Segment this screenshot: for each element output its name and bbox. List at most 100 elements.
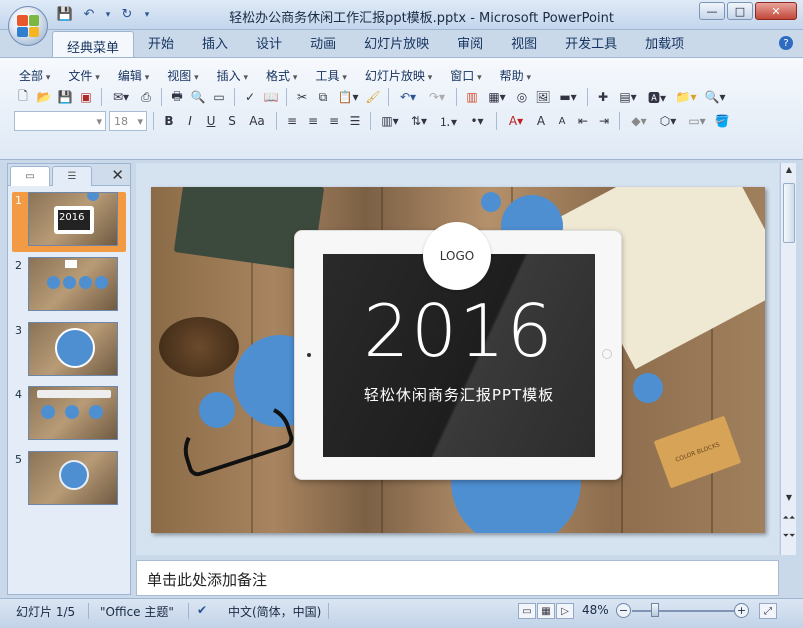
redo-icon[interactable]: ↷▾ bbox=[424, 88, 450, 106]
font-name-combo[interactable]: ▾ bbox=[14, 111, 106, 131]
zoom-in-icon[interactable]: + bbox=[734, 603, 749, 618]
scroll-up-icon[interactable]: ▲ bbox=[781, 165, 797, 174]
change-case-button[interactable]: Aa bbox=[244, 112, 270, 130]
slide-sorter-icon[interactable]: ▦ bbox=[537, 603, 555, 619]
close-button[interactable]: ✕ bbox=[755, 2, 797, 20]
vertical-scrollbar[interactable]: ▲ ▼ ⏶⏶ ⏷⏷ bbox=[780, 163, 796, 555]
menu-edit[interactable]: 编辑 bbox=[109, 64, 158, 86]
shapes-icon[interactable]: ◆▾ bbox=[626, 112, 652, 130]
menu-format[interactable]: 格式 bbox=[257, 64, 306, 86]
menu-view[interactable]: 视图 bbox=[158, 64, 207, 86]
layout-icon[interactable]: ▤▾ bbox=[615, 88, 641, 106]
font-color-icon[interactable]: A▾ bbox=[503, 112, 529, 130]
pdf-icon[interactable]: ▣ bbox=[77, 88, 95, 106]
new-icon[interactable]: 🗋 bbox=[14, 88, 32, 106]
italic-button[interactable]: I bbox=[181, 112, 199, 130]
tab-view[interactable]: 视图 bbox=[497, 28, 551, 57]
new-slide-icon[interactable]: ✚ bbox=[594, 88, 612, 106]
save-icon[interactable]: 💾 bbox=[56, 88, 74, 106]
numbering-icon[interactable]: ⒈▾ bbox=[435, 112, 461, 130]
slide-thumbnail[interactable]: 5 bbox=[12, 451, 126, 511]
zoom-slider-knob[interactable] bbox=[651, 603, 659, 617]
language-status[interactable]: 中文(简体，中国) bbox=[228, 603, 321, 620]
find-icon[interactable]: 🔍▾ bbox=[702, 88, 728, 106]
menu-file[interactable]: 文件 bbox=[59, 64, 108, 86]
copy-icon[interactable]: ⧉ bbox=[314, 88, 332, 106]
print-preview-icon[interactable]: 🔍 bbox=[189, 88, 207, 106]
tab-home[interactable]: 开始 bbox=[134, 28, 188, 57]
customize-qat-icon[interactable]: ▾ bbox=[142, 6, 152, 23]
shadow-button[interactable]: S bbox=[223, 112, 241, 130]
align-center-icon[interactable]: ≡ bbox=[304, 112, 322, 130]
menu-insert[interactable]: 插入 bbox=[208, 64, 257, 86]
scroll-down-icon[interactable]: ▼ bbox=[781, 493, 797, 502]
tab-insert[interactable]: 插入 bbox=[188, 28, 242, 57]
print-icon[interactable]: 🖶 bbox=[168, 88, 186, 106]
spelling-status-icon[interactable]: ✔ bbox=[197, 603, 207, 617]
next-slide-icon[interactable]: ⏷⏷ bbox=[781, 531, 797, 541]
open-icon[interactable]: 📂 bbox=[35, 88, 53, 106]
slide-subtitle[interactable]: 轻松休闲商务汇报PPT模板 bbox=[323, 384, 595, 405]
menu-all[interactable]: 全部 bbox=[10, 64, 59, 86]
tab-review[interactable]: 审阅 bbox=[443, 28, 497, 57]
notes-pane[interactable]: 单击此处添加备注 bbox=[136, 560, 779, 596]
tab-developer[interactable]: 开发工具 bbox=[551, 28, 631, 57]
menu-tools[interactable]: 工具 bbox=[306, 64, 355, 86]
slide-thumbnail[interactable]: 2 bbox=[12, 257, 126, 317]
quick-styles-icon[interactable]: ▭▾ bbox=[684, 112, 710, 130]
maximize-button[interactable]: □ bbox=[727, 2, 753, 20]
picture-icon[interactable]: 🖼 bbox=[534, 88, 552, 106]
research-icon[interactable]: 📖 bbox=[262, 88, 280, 106]
menu-slideshow[interactable]: 幻灯片放映 bbox=[356, 64, 441, 86]
shrink-font-icon[interactable]: A bbox=[553, 112, 571, 130]
slide-thumbnail[interactable]: 3 bbox=[12, 322, 126, 382]
zoom-slider-track[interactable] bbox=[632, 610, 740, 612]
font-size-combo[interactable]: 18 ▾ bbox=[109, 111, 147, 131]
zoom-out-icon[interactable]: − bbox=[616, 603, 631, 618]
line-color-icon[interactable]: ▬▾ bbox=[555, 88, 581, 106]
slide-year-title[interactable]: 2016 bbox=[323, 289, 595, 373]
textbox-icon[interactable]: 🅰▾ bbox=[644, 88, 670, 106]
email-icon[interactable]: ⎙ bbox=[137, 88, 155, 106]
bold-button[interactable]: B bbox=[160, 112, 178, 130]
slide-thumbnail[interactable]: 1 2016 bbox=[12, 192, 126, 252]
slide-canvas[interactable]: COLOR BLOCKS 2016 轻松休闲商务汇报PPT模板 LOGO bbox=[151, 187, 765, 533]
align-right-icon[interactable]: ≡ bbox=[325, 112, 343, 130]
underline-button[interactable]: U bbox=[202, 112, 220, 130]
decrease-indent-icon[interactable]: ⇤ bbox=[574, 112, 592, 130]
undo-icon[interactable]: ↶▾ bbox=[395, 88, 421, 106]
tab-slides[interactable]: ▭ bbox=[10, 166, 50, 186]
normal-view-icon[interactable]: ▭ bbox=[518, 603, 536, 619]
columns-icon[interactable]: ▥▾ bbox=[377, 112, 403, 130]
bullets-icon[interactable]: •▾ bbox=[464, 112, 490, 130]
scroll-thumb[interactable] bbox=[783, 183, 795, 243]
office-button[interactable] bbox=[8, 6, 48, 46]
permission-icon[interactable]: ✉▾ bbox=[108, 88, 134, 106]
format-painter-icon[interactable]: 🖌 bbox=[364, 88, 382, 106]
tab-animations[interactable]: 动画 bbox=[296, 28, 350, 57]
text-direction-icon[interactable]: ⇅▾ bbox=[406, 112, 432, 130]
justify-icon[interactable]: ☰ bbox=[346, 112, 364, 130]
fit-to-window-icon[interactable]: ⤢ bbox=[759, 603, 777, 619]
help-icon[interactable]: ? bbox=[779, 36, 793, 50]
logo-placeholder[interactable]: LOGO bbox=[423, 222, 491, 290]
grow-font-icon[interactable]: A bbox=[532, 112, 550, 130]
slideshow-view-icon[interactable]: ▷ bbox=[556, 603, 574, 619]
increase-indent-icon[interactable]: ⇥ bbox=[595, 112, 613, 130]
arrange-icon[interactable]: ⬡▾ bbox=[655, 112, 681, 130]
menu-window[interactable]: 窗口 bbox=[441, 64, 490, 86]
spelling-icon[interactable]: ✓ bbox=[241, 88, 259, 106]
theme-name[interactable]: "Office 主题" bbox=[100, 603, 174, 620]
slide-layout-icon[interactable]: ▭ bbox=[210, 88, 228, 106]
slide-thumbnail[interactable]: 4 bbox=[12, 386, 126, 446]
table-icon[interactable]: ▦▾ bbox=[484, 88, 510, 106]
folder-icon[interactable]: 📁▾ bbox=[673, 88, 699, 106]
paste-icon[interactable]: 📋▾ bbox=[335, 88, 361, 106]
shape-fill-icon[interactable]: 🪣 bbox=[713, 112, 731, 130]
undo-icon[interactable]: ↶ bbox=[80, 6, 98, 23]
menu-help[interactable]: 帮助 bbox=[491, 64, 540, 86]
previous-slide-icon[interactable]: ⏶⏶ bbox=[781, 513, 797, 523]
cut-icon[interactable]: ✂ bbox=[293, 88, 311, 106]
tab-outline[interactable]: ☰ bbox=[52, 166, 92, 186]
chart-icon[interactable]: ▥ bbox=[463, 88, 481, 106]
